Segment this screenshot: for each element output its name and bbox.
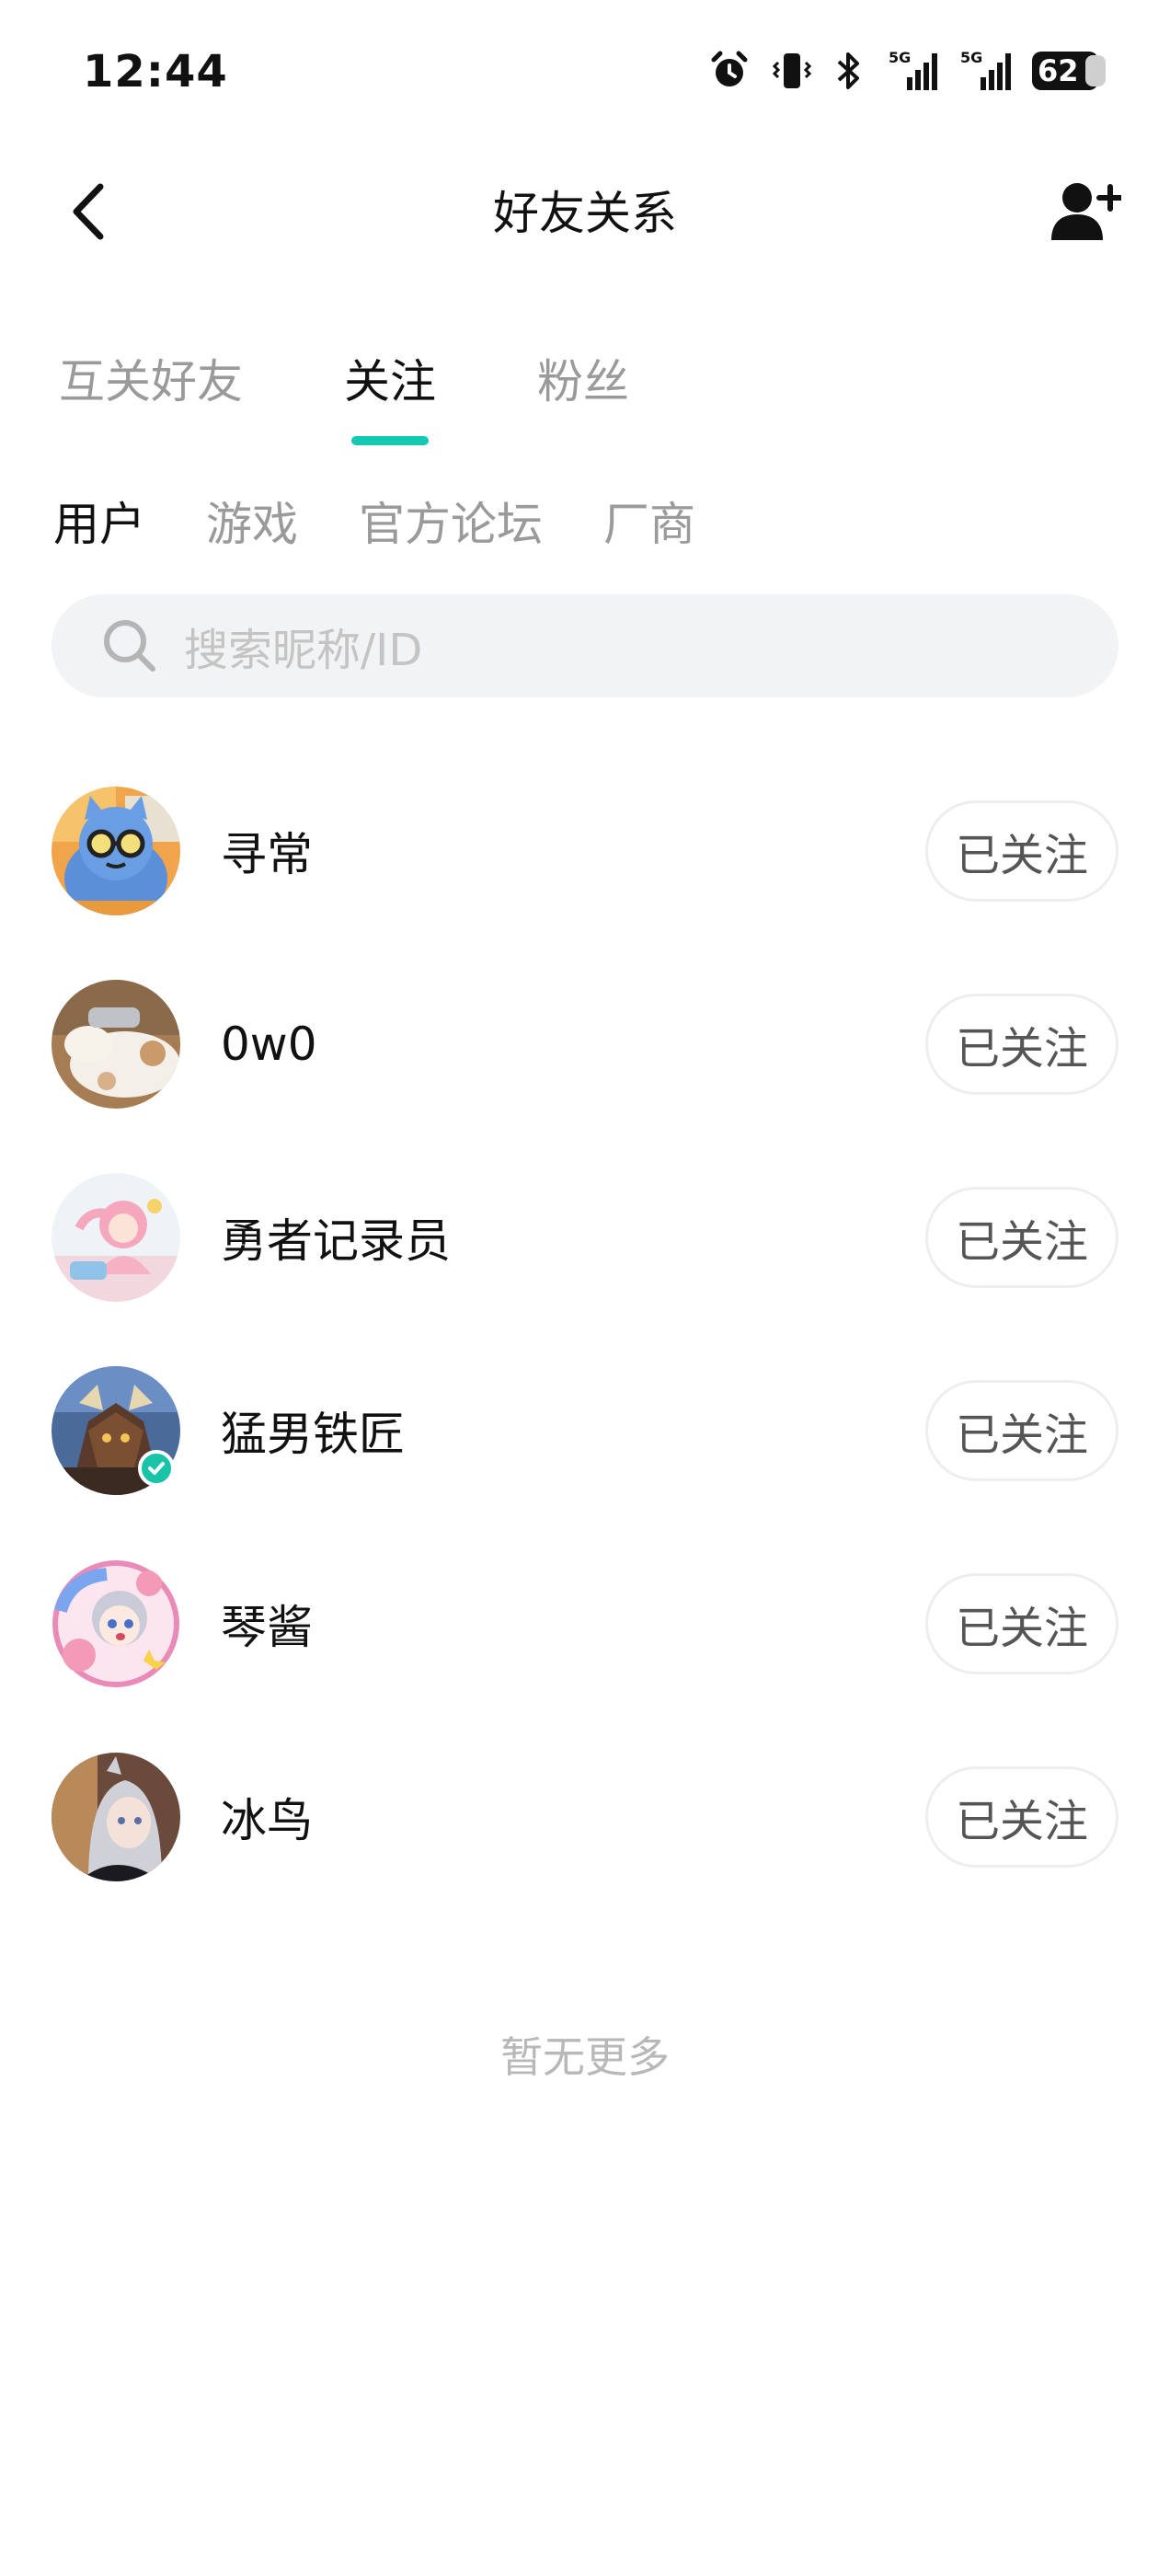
no-more-hint: 暂无更多 <box>500 2032 670 2082</box>
followed-button[interactable]: 已关注 <box>925 1380 1118 1481</box>
user-name: 猛男铁匠 <box>221 1408 405 1461</box>
search-placeholder: 搜索昵称/ID <box>184 625 423 676</box>
following-list: 寻常 已关注 0w0 已关注 勇者记录员 已关注 猛男铁匠 已关注 琴酱 已关注… <box>0 754 1170 1914</box>
list-item[interactable]: 勇者记录员 已关注 <box>0 1141 1170 1334</box>
bluetooth-icon <box>837 52 859 89</box>
tab-fans[interactable]: 粉丝 <box>537 350 629 432</box>
user-name: 0w0 <box>221 1018 317 1071</box>
status-time: 12:44 <box>83 46 228 98</box>
avatar[interactable] <box>52 1559 180 1688</box>
tab-label: 粉丝 <box>537 355 629 408</box>
list-item[interactable]: 猛男铁匠 已关注 <box>0 1334 1170 1527</box>
followed-button[interactable]: 已关注 <box>925 1766 1118 1868</box>
tab-mutual-friends[interactable]: 互关好友 <box>59 350 243 432</box>
user-name: 勇者记录员 <box>221 1214 451 1268</box>
avatar[interactable] <box>52 1173 180 1302</box>
avatar[interactable] <box>52 980 180 1109</box>
sub-tabs: 用户 游戏 官方论坛 厂商 <box>53 492 756 557</box>
status-icons: 5G 5G 62 <box>708 50 1106 92</box>
svg-text:5G: 5G <box>960 50 982 66</box>
avatar[interactable] <box>52 1753 180 1881</box>
tab-following[interactable]: 关注 <box>344 350 436 445</box>
list-item[interactable]: 冰鸟 已关注 <box>0 1720 1170 1914</box>
add-friend-button[interactable] <box>1043 171 1126 254</box>
battery-icon: 62 <box>1032 52 1106 90</box>
followed-button[interactable]: 已关注 <box>925 1573 1118 1674</box>
check-icon <box>148 1462 165 1475</box>
subtab-users[interactable]: 用户 <box>53 492 145 557</box>
followed-button[interactable]: 已关注 <box>925 1187 1118 1288</box>
vibrate-icon <box>772 53 812 88</box>
list-item[interactable]: 寻常 已关注 <box>0 754 1170 948</box>
followed-button[interactable]: 已关注 <box>925 994 1118 1095</box>
main-tabs: 互关好友 关注 粉丝 <box>59 350 730 445</box>
battery-level: 62 <box>1038 53 1079 88</box>
friend-relations-screen: 12:44 5G 5G 62 好友关系 互关好友 关注 粉丝 用户 游戏 官方论… <box>0 0 1170 2576</box>
list-item[interactable]: 0w0 已关注 <box>0 948 1170 1141</box>
status-bar: 12:44 5G 5G 62 <box>0 0 1170 147</box>
page-title: 好友关系 <box>493 187 677 240</box>
signal-icon: 5G <box>889 50 937 90</box>
add-user-icon <box>1051 183 1121 240</box>
tab-label: 关注 <box>344 355 436 408</box>
search-icon <box>104 620 155 672</box>
active-tab-indicator <box>351 436 429 445</box>
tab-label: 互关好友 <box>59 355 243 408</box>
subtab-games[interactable]: 游戏 <box>206 492 298 557</box>
user-name: 寻常 <box>221 828 313 881</box>
nav-bar: 好友关系 <box>0 147 1170 267</box>
verified-badge <box>138 1450 175 1487</box>
list-item[interactable]: 琴酱 已关注 <box>0 1527 1170 1720</box>
signal-icon: 5G <box>960 50 1011 90</box>
user-name: 琴酱 <box>221 1601 313 1654</box>
alarm-icon <box>711 51 748 86</box>
followed-button[interactable]: 已关注 <box>925 800 1118 902</box>
subtab-vendors[interactable]: 厂商 <box>603 492 695 557</box>
avatar[interactable] <box>52 787 180 915</box>
svg-text:5G: 5G <box>889 50 911 66</box>
search-input[interactable]: 搜索昵称/ID <box>52 594 1118 697</box>
user-name: 冰鸟 <box>221 1794 313 1847</box>
subtab-official-forums[interactable]: 官方论坛 <box>359 492 543 557</box>
